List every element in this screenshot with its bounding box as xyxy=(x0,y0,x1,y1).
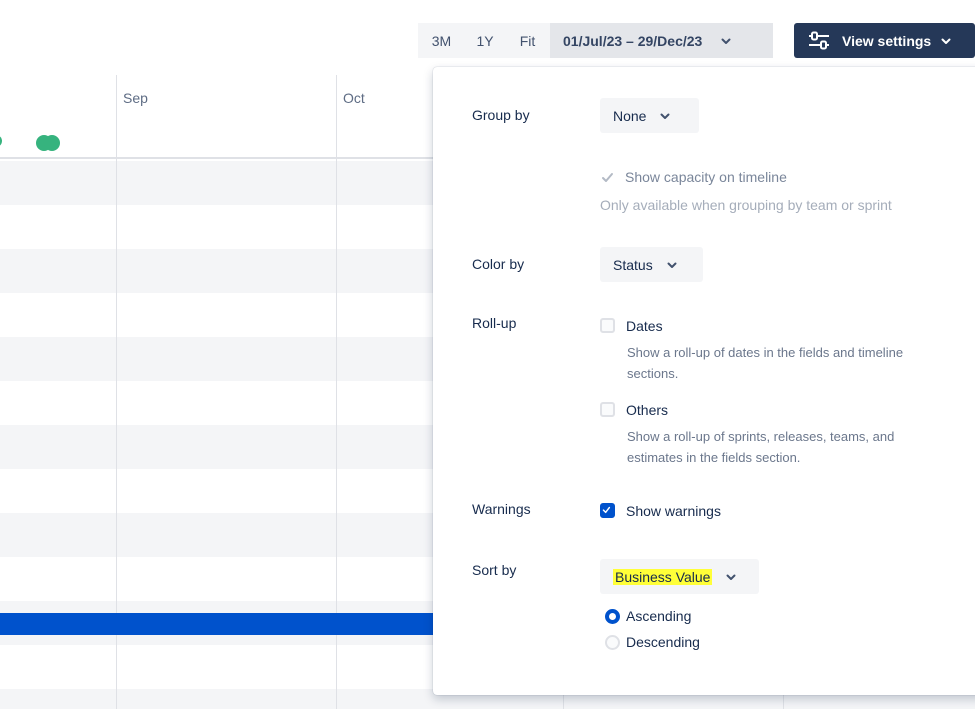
sort-descending-label: Descending xyxy=(626,634,700,650)
sort-by-label: Sort by xyxy=(472,562,517,578)
group-by-label: Group by xyxy=(472,107,530,123)
chevron-down-icon xyxy=(660,113,670,119)
month-label-oct: Oct xyxy=(343,90,365,106)
rollup-label: Roll-up xyxy=(472,315,517,331)
date-range-label: 01/Jul/23 – 29/Dec/23 xyxy=(563,32,703,49)
color-by-select[interactable]: Status xyxy=(600,247,703,282)
color-by-label: Color by xyxy=(472,256,525,272)
sliders-icon xyxy=(809,31,829,49)
rollup-dates-help-line2: sections. xyxy=(627,366,679,381)
view-settings-panel: Group by None Show capacity on timeline … xyxy=(433,67,975,695)
sort-ascending-radio[interactable] xyxy=(605,609,620,624)
release-marker[interactable] xyxy=(44,135,60,151)
month-label-sep: Sep xyxy=(123,90,148,106)
timeline-bar[interactable] xyxy=(0,613,440,635)
chevron-down-icon xyxy=(667,262,677,268)
rollup-others-help-line1: Show a roll-up of sprints, releases, tea… xyxy=(627,429,895,444)
rollup-others-label: Others xyxy=(626,402,669,418)
rollup-dates-checkbox[interactable] xyxy=(600,318,615,333)
color-by-value: Status xyxy=(613,256,653,273)
sort-by-value: Business Value xyxy=(613,568,713,585)
warnings-label: Warnings xyxy=(472,501,531,517)
rollup-dates-label: Dates xyxy=(626,318,663,334)
capacity-checkbox[interactable] xyxy=(600,170,615,185)
show-warnings-checkbox[interactable] xyxy=(600,503,615,518)
date-range-picker[interactable]: 01/Jul/23 – 29/Dec/23 xyxy=(550,23,773,58)
group-by-value: None xyxy=(613,107,647,124)
sort-by-select[interactable]: Business Value xyxy=(600,559,759,594)
view-settings-button[interactable]: View settings xyxy=(794,23,975,58)
sort-ascending-label: Ascending xyxy=(626,608,692,624)
rollup-others-checkbox[interactable] xyxy=(600,402,615,417)
range-fit-button[interactable]: Fit xyxy=(505,23,550,58)
chevron-down-icon xyxy=(721,38,731,44)
capacity-option-label: Show capacity on timeline xyxy=(625,169,787,185)
capacity-help-text: Only available when grouping by team or … xyxy=(600,197,892,213)
sort-descending-radio[interactable] xyxy=(605,635,620,650)
rollup-others-help-line2: estimates in the fields section. xyxy=(627,450,801,465)
chevron-down-icon xyxy=(941,38,951,44)
range-3m-button[interactable]: 3M xyxy=(418,23,465,58)
toolbar: 3M 1Y Fit 01/Jul/23 – 29/Dec/23 View set… xyxy=(0,0,975,75)
view-settings-label: View settings xyxy=(842,32,932,49)
release-marker[interactable] xyxy=(0,135,2,147)
chevron-down-icon xyxy=(726,574,736,580)
timeline-range-group: 3M 1Y Fit 01/Jul/23 – 29/Dec/23 xyxy=(418,23,773,58)
show-warnings-label: Show warnings xyxy=(626,503,721,519)
range-1y-button[interactable]: 1Y xyxy=(465,23,505,58)
group-by-select[interactable]: None xyxy=(600,98,699,133)
rollup-dates-help-line1: Show a roll-up of dates in the fields an… xyxy=(627,345,904,360)
